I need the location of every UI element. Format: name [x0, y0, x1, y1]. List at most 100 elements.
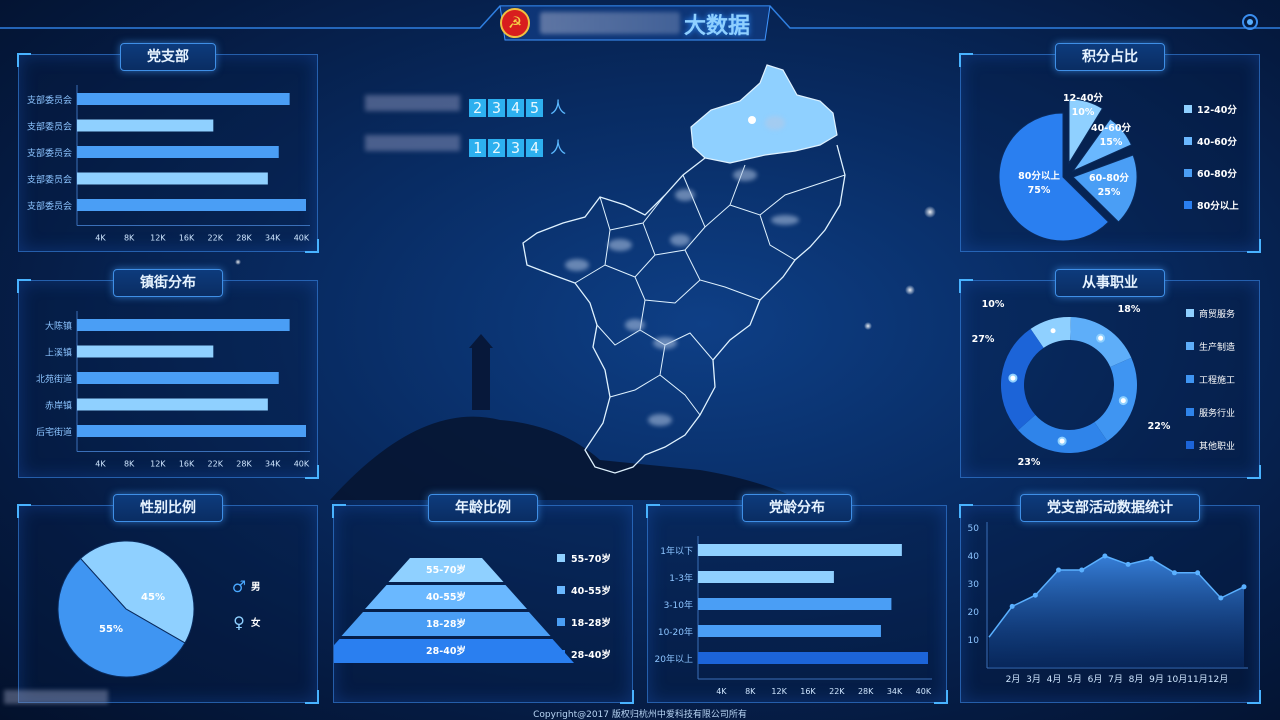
y-tick-label: 1-3年	[669, 572, 693, 584]
x-tick-label: 28K	[236, 460, 252, 469]
page-title: 大数据	[684, 14, 751, 39]
data-point	[1079, 567, 1085, 573]
panel-points-share: 积分占比 12-40分 10% 40-60分 15% 60-80分 25% 80分以上 75%…	[959, 43, 1261, 253]
legend-label: 55-70岁	[571, 553, 611, 565]
slice-label: 12-40分	[1063, 92, 1103, 104]
y-tick-label: 50	[968, 524, 980, 534]
x-tick-label: 40K	[294, 460, 310, 469]
y-tick-label: 30	[968, 580, 980, 590]
data-point	[1102, 553, 1108, 559]
footer-redacted-left	[4, 690, 108, 704]
slice-value: 25%	[1098, 187, 1121, 198]
x-tick-label: 10月	[1167, 674, 1187, 685]
bar	[698, 625, 881, 637]
y-tick-label: 支部委员会	[27, 121, 72, 133]
settings-icon[interactable]	[1242, 14, 1258, 30]
layer-label: 40-55岁	[426, 591, 466, 603]
x-tick-label: 22K	[208, 460, 224, 469]
redacted-counter-label-2	[365, 135, 460, 151]
x-tick-label: 40K	[294, 234, 310, 243]
data-point	[1125, 561, 1131, 567]
panel-occupation: 从事职业 10% 18% 22% 23% 27% 商贸服务 生产制造 工程施工 服务行业 其他职业	[959, 269, 1261, 479]
bar	[77, 345, 214, 358]
legend-label: 工程施工	[1199, 374, 1235, 386]
y-tick-label: 赤岸镇	[45, 400, 72, 412]
female-icon: ♀	[233, 613, 245, 632]
x-tick-label: 12K	[150, 460, 166, 469]
slice-value: 18%	[1118, 304, 1141, 315]
slice-label: 80分以上	[1018, 170, 1060, 182]
data-point	[1218, 595, 1224, 601]
bar	[77, 172, 268, 185]
legend-label: 18-28岁	[571, 617, 611, 629]
legend-label: 80分以上	[1197, 200, 1239, 212]
slice-value: 23%	[1018, 457, 1041, 468]
bar	[698, 598, 892, 610]
bar	[77, 146, 279, 158]
legend-swatch	[557, 554, 565, 562]
legend-label: 女	[251, 617, 261, 629]
donut-marker	[1048, 326, 1058, 336]
redacted-counter-label-1	[365, 95, 460, 111]
panel-party-branch: 党支部 支部委员会 支部委员会 支部委员会 支部委员会 支部委员会 4K 8K 12K 16K 2…	[17, 43, 319, 253]
legend-label: 生产制造	[1199, 341, 1235, 353]
donut-slice	[1018, 414, 1108, 453]
data-point	[1009, 603, 1015, 609]
bar	[698, 544, 902, 556]
bar	[77, 425, 306, 437]
panel-activity-stats: 党支部活动数据统计 10 20 30 40 50 2月 3月 4月 5月 6月 7月 8月 9月 10月 1…	[959, 494, 1261, 704]
legend-label: 商贸服务	[1199, 308, 1235, 320]
legend-label: 40-60分	[1197, 136, 1237, 148]
y-tick-label: 上溪镇	[45, 347, 72, 359]
chart-gender: 45% 55% ♂ 男 ♀ 女	[57, 540, 261, 678]
map-marker[interactable]	[748, 116, 756, 124]
x-tick-label: 8月	[1129, 674, 1144, 685]
slice-label: 60-80分	[1089, 172, 1129, 184]
donut-slice	[1094, 357, 1137, 442]
y-tick-label: 大陈镇	[45, 320, 72, 332]
chart-town-distribution: 大陈镇上溪镇北苑街道赤岸镇后宅街道 4K 8K 12K 16K 22K 28K 34K 40K	[36, 311, 310, 469]
x-tick-label: 22K	[208, 234, 224, 243]
party-emblem-icon: ☭	[500, 8, 530, 38]
data-point	[1056, 567, 1062, 573]
map-region-north[interactable]	[690, 64, 838, 164]
chart-points-share: 12-40分 10% 40-60分 15% 60-80分 25% 80分以上 75% 12-40…	[998, 92, 1239, 242]
legend-swatch	[1186, 309, 1194, 317]
bar	[698, 571, 834, 583]
chart-activity-stats: 10 20 30 40 50 2月 3月 4月 5月 6月 7月 8月 9月 10月 11月 12月	[968, 522, 1248, 685]
data-point	[1148, 556, 1154, 562]
y-tick-label: 10	[968, 636, 980, 646]
legend-label: 28-40岁	[571, 649, 611, 661]
x-tick-label: 12月	[1208, 674, 1228, 685]
slice-value: 45%	[141, 592, 165, 603]
x-tick-label: 28K	[236, 234, 252, 243]
y-tick-label: 40	[968, 552, 980, 562]
x-tick-label: 8K	[745, 687, 756, 696]
slice-value: 75%	[1028, 185, 1051, 196]
donut-marker	[1008, 373, 1018, 383]
y-tick-label: 支部委员会	[27, 147, 72, 159]
donut-marker	[1057, 436, 1067, 446]
slice-value: 55%	[99, 624, 123, 635]
counter-digit: 2	[469, 99, 486, 117]
x-tick-label: 6月	[1088, 674, 1103, 685]
chart-age: 55-70岁 40-55岁 18-28岁 28-40岁 55-70岁 40-55岁 18-2…	[334, 553, 611, 663]
panel-age: 年龄比例 55-70岁 40-55岁 18-28岁 28-40岁 55-70岁 40-55…	[332, 494, 634, 704]
data-point	[1241, 584, 1247, 590]
y-tick-label: 支部委员会	[27, 174, 72, 186]
x-tick-label: 4K	[95, 460, 106, 469]
x-tick-label: 34K	[265, 460, 281, 469]
x-tick-label: 34K	[265, 234, 281, 243]
y-tick-label: 20	[968, 608, 980, 618]
counter-digit: 1	[469, 139, 486, 157]
x-tick-label: 11月	[1187, 674, 1207, 685]
slice-value: 22%	[1148, 421, 1171, 432]
x-tick-label: 4K	[95, 234, 106, 243]
donut-slice	[1001, 328, 1044, 431]
y-tick-label: 1年以下	[660, 545, 693, 557]
x-tick-label: 4月	[1047, 674, 1062, 685]
bar	[77, 398, 268, 411]
y-tick-label: 北苑街道	[36, 373, 72, 385]
region-map[interactable]	[515, 55, 860, 480]
bar	[77, 93, 290, 105]
